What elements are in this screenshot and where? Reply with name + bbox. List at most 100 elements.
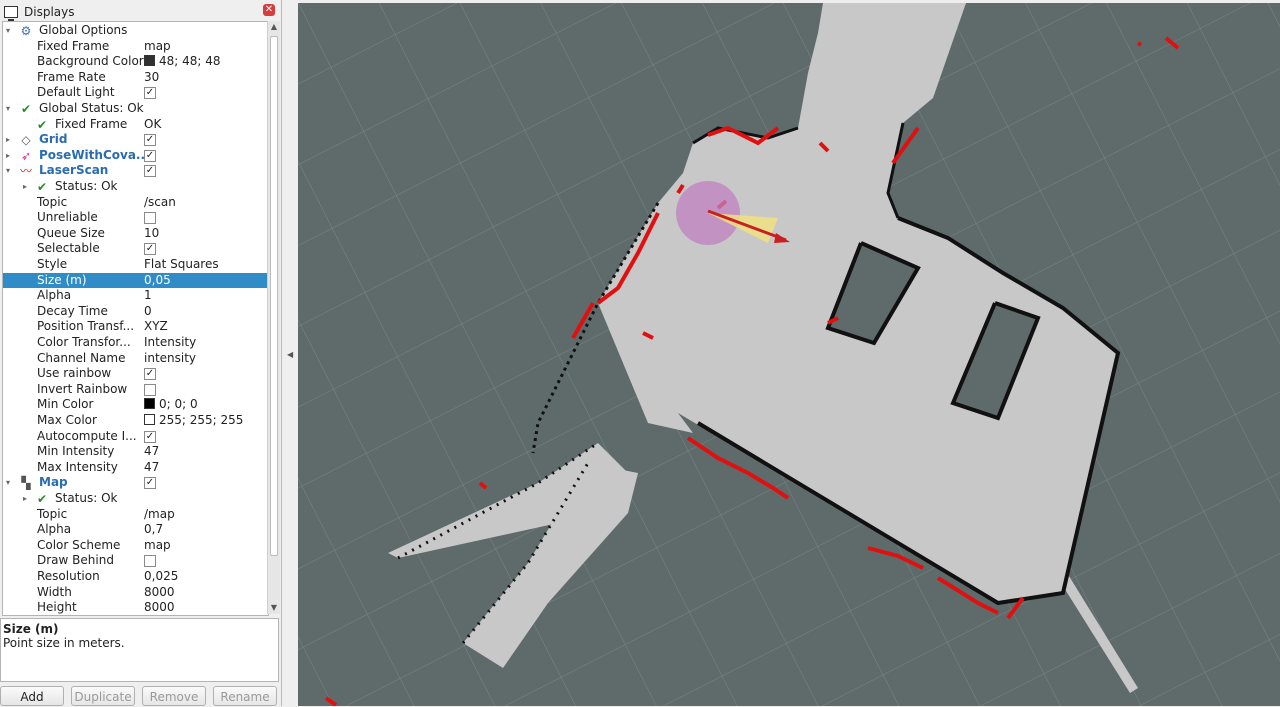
property-value[interactable]: intensity: [144, 351, 196, 367]
property-value[interactable]: 0,025: [144, 569, 178, 585]
collapse-arrow-icon[interactable]: ▸: [3, 132, 13, 148]
property-value[interactable]: 10: [144, 226, 159, 242]
tree-row[interactable]: ✔ Fixed Frame OK: [3, 117, 268, 133]
3d-viewport[interactable]: [298, 3, 1280, 706]
tree-row[interactable]: Decay Time 0: [3, 304, 268, 320]
collapse-arrow-icon[interactable]: ▸: [20, 179, 30, 195]
scroll-thumb[interactable]: [270, 36, 278, 556]
tree-row[interactable]: Height 8000: [3, 600, 268, 615]
property-checkbox[interactable]: ✓: [144, 134, 156, 147]
color-swatch: [144, 55, 155, 67]
rename-button[interactable]: Rename: [213, 686, 277, 706]
tree-row[interactable]: Invert Rainbow: [3, 382, 268, 398]
property-value[interactable]: 0,05: [144, 273, 171, 289]
property-checkbox[interactable]: [144, 212, 156, 225]
tree-row[interactable]: Alpha 1: [3, 288, 268, 304]
tree-row[interactable]: ▾ ⚙ Global Options: [3, 23, 268, 39]
tree-row[interactable]: Unreliable: [3, 210, 268, 226]
tree-scrollbar[interactable]: ▲ ▼: [267, 21, 280, 614]
property-value[interactable]: 8000: [144, 585, 175, 601]
property-value[interactable]: 47: [144, 460, 159, 476]
tree-row[interactable]: ▸ ➶ PoseWithCova... ✓: [3, 148, 268, 164]
tree-row[interactable]: Topic/scan: [3, 195, 268, 211]
property-color-value[interactable]: 255; 255; 255: [144, 413, 243, 429]
property-value[interactable]: 1: [144, 288, 152, 304]
property-checkbox[interactable]: ✓: [144, 368, 156, 381]
duplicate-button[interactable]: Duplicate: [71, 686, 135, 706]
tree-row[interactable]: Resolution 0,025: [3, 569, 268, 585]
tree-row[interactable]: Channel Name intensity: [3, 351, 268, 367]
property-checkbox[interactable]: [144, 383, 156, 396]
tree-row[interactable]: ▾ 〰 LaserScan ✓: [3, 163, 268, 179]
tree-row-label: Queue Size: [37, 225, 105, 240]
expand-arrow-icon[interactable]: ▾: [3, 475, 13, 491]
tree-row[interactable]: ▸ ◇ Grid ✓: [3, 132, 268, 148]
property-value[interactable]: Flat Squares: [144, 257, 219, 273]
property-value[interactable]: XYZ: [144, 319, 168, 335]
property-value[interactable]: 0,7: [144, 522, 163, 538]
tree-row[interactable]: ▾ ✔ Global Status: Ok: [3, 101, 268, 117]
collapse-arrow-icon[interactable]: ▸: [20, 491, 30, 507]
tree-row[interactable]: Alpha 0,7: [3, 522, 268, 538]
property-checkbox[interactable]: ✓: [144, 243, 156, 256]
property-color-value[interactable]: 48; 48; 48: [144, 54, 221, 70]
property-value[interactable]: /map: [144, 507, 175, 523]
property-checkbox[interactable]: ✓: [144, 477, 156, 490]
expand-arrow-icon[interactable]: ▾: [3, 23, 13, 39]
property-value[interactable]: OK: [144, 117, 161, 133]
tree-row[interactable]: Max Intensity 47: [3, 460, 268, 476]
tree-row[interactable]: Frame Rate 30: [3, 70, 268, 86]
tree-row[interactable]: ▸ ✔ Status: Ok: [3, 179, 268, 195]
property-value[interactable]: /scan: [144, 195, 176, 211]
collapse-arrow-icon[interactable]: ▸: [3, 148, 13, 164]
property-value[interactable]: 0: [144, 304, 152, 320]
tree-row[interactable]: Use rainbow ✓: [3, 366, 268, 382]
property-value[interactable]: map: [144, 39, 171, 55]
remove-button[interactable]: Remove: [142, 686, 206, 706]
tree-row[interactable]: ▾ ▚ Map ✓: [3, 475, 268, 491]
close-icon[interactable]: ✕: [263, 4, 275, 16]
tree-row[interactable]: Color Scheme map: [3, 538, 268, 554]
tree-row-label: LaserScan: [39, 163, 109, 178]
expand-arrow-icon[interactable]: ▾: [3, 101, 13, 117]
property-checkbox[interactable]: ✓: [144, 87, 156, 100]
panel-splitter[interactable]: ◀: [282, 0, 298, 706]
check-icon: ✔: [36, 117, 48, 132]
collapse-arrow-icon[interactable]: ◀: [287, 350, 293, 359]
property-value[interactable]: map: [144, 538, 171, 554]
tree-row-label: Autocompute I...: [37, 428, 137, 443]
tree-row[interactable]: Size (m) 0,05: [3, 272, 268, 289]
expand-arrow-icon[interactable]: ▾: [3, 163, 13, 179]
tree-row[interactable]: Background Color 48; 48; 48: [3, 54, 268, 70]
displays-tree[interactable]: ▾ ⚙ Global Options Fixed Frame map Background…: [2, 21, 269, 616]
tree-row[interactable]: Min Color 0; 0; 0: [3, 397, 268, 413]
property-value[interactable]: Intensity: [144, 335, 196, 351]
property-checkbox[interactable]: [144, 555, 156, 568]
tree-row[interactable]: Width 8000: [3, 585, 268, 601]
add-button[interactable]: Add: [0, 686, 64, 706]
property-value[interactable]: 47: [144, 444, 159, 460]
property-checkbox[interactable]: ✓: [144, 430, 156, 443]
tree-row[interactable]: Color Transfor... Intensity: [3, 335, 268, 351]
tree-row[interactable]: Min Intensity 47: [3, 444, 268, 460]
tree-row[interactable]: Default Light ✓: [3, 85, 268, 101]
scroll-down-icon[interactable]: ▼: [268, 602, 280, 614]
tree-row[interactable]: Draw Behind: [3, 553, 268, 569]
tree-row[interactable]: Topic/map: [3, 507, 268, 523]
tree-row[interactable]: Style Flat Squares: [3, 257, 268, 273]
property-value[interactable]: 8000: [144, 600, 175, 615]
tree-row[interactable]: Autocompute I... ✓: [3, 429, 268, 445]
property-checkbox[interactable]: ✓: [144, 149, 156, 162]
property-color-value[interactable]: 0; 0; 0: [144, 397, 198, 413]
property-checkbox[interactable]: ✓: [144, 165, 156, 178]
tree-row-label: Fixed Frame: [37, 38, 110, 53]
tree-row[interactable]: Position Transf... XYZ: [3, 319, 268, 335]
tree-row[interactable]: Selectable ✓: [3, 241, 268, 257]
scroll-up-icon[interactable]: ▲: [268, 21, 280, 33]
tree-row[interactable]: ▸ ✔ Status: Ok: [3, 491, 268, 507]
tree-row[interactable]: Fixed Frame map: [3, 39, 268, 55]
property-value[interactable]: 30: [144, 70, 159, 86]
tree-row[interactable]: Queue Size 10: [3, 226, 268, 242]
tree-row[interactable]: Max Color 255; 255; 255: [3, 413, 268, 429]
check-icon: ✔: [20, 102, 32, 116]
